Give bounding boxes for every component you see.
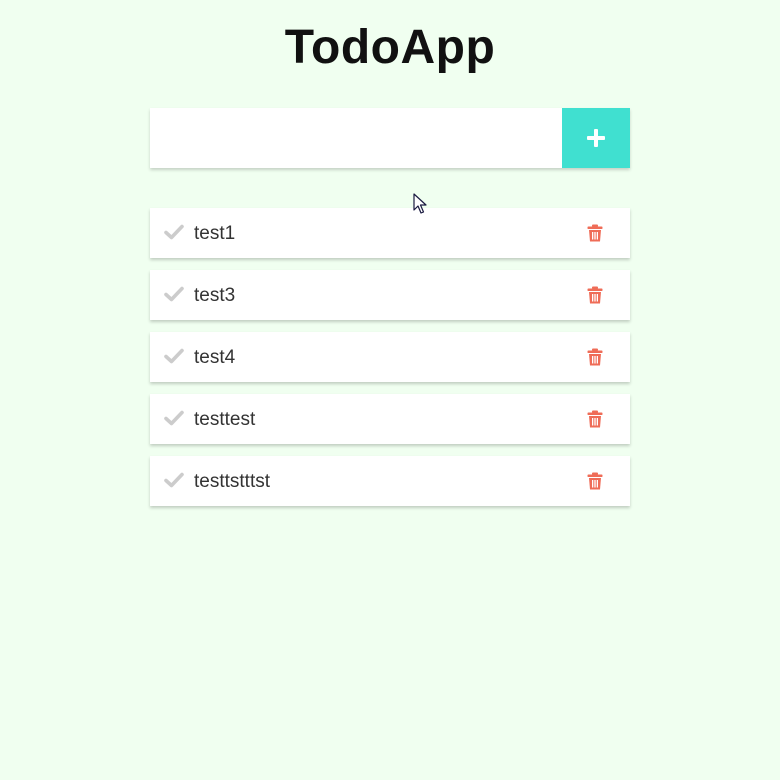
todo-app: TodoApp test1 test3 test4 testtest testt…	[150, 0, 630, 506]
check-icon[interactable]	[164, 410, 184, 426]
page-title: TodoApp	[284, 21, 496, 74]
todo-item: test4	[150, 332, 630, 382]
todo-item: test1	[150, 208, 630, 258]
todo-item: testtstttst	[150, 456, 630, 506]
plus-icon	[587, 129, 605, 147]
new-todo-input[interactable]	[150, 108, 562, 168]
todo-text: testtstttst	[194, 471, 271, 492]
mouse-cursor-icon	[413, 193, 427, 214]
trash-icon[interactable]	[586, 286, 604, 304]
todo-text: test3	[194, 285, 236, 306]
add-todo-button[interactable]	[562, 108, 630, 168]
trash-icon[interactable]	[586, 348, 604, 366]
todo-item: test3	[150, 270, 630, 320]
todo-list: test1 test3 test4 testtest testtstttst	[150, 208, 630, 518]
check-icon[interactable]	[164, 224, 184, 240]
check-icon[interactable]	[164, 472, 184, 488]
check-icon[interactable]	[164, 348, 184, 364]
check-icon[interactable]	[164, 286, 184, 302]
todo-text: test1	[194, 223, 236, 244]
todo-text: test4	[194, 347, 236, 368]
trash-icon[interactable]	[586, 472, 604, 490]
trash-icon[interactable]	[586, 410, 604, 428]
todo-text: testtest	[194, 409, 256, 430]
trash-icon[interactable]	[586, 224, 604, 242]
new-todo-form	[150, 108, 630, 168]
todo-item: testtest	[150, 394, 630, 444]
